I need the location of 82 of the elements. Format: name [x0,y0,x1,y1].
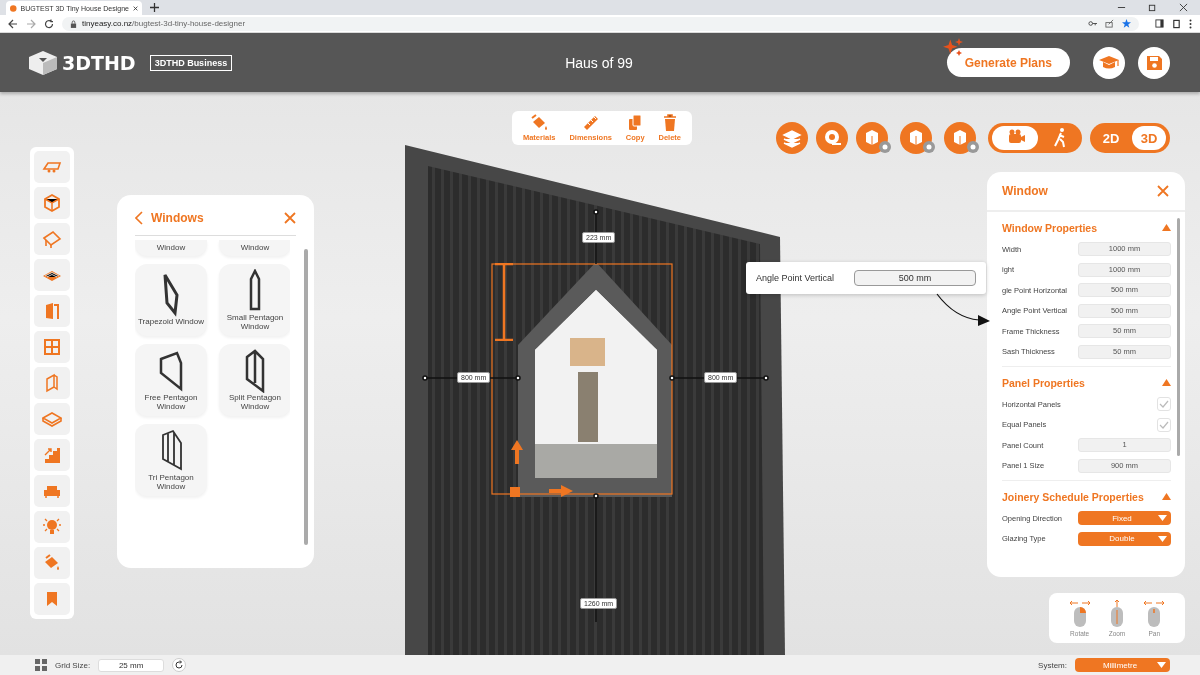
collapse-icon[interactable] [1162,493,1171,500]
section-title: Panel Properties [1002,376,1085,389]
rotate-mouse-icon [1067,599,1092,628]
collapse-icon[interactable] [1162,224,1171,231]
cube-view-icon[interactable] [856,122,892,154]
category-button[interactable] [34,151,70,183]
floor-icon [42,409,62,429]
forward-icon[interactable] [26,18,36,29]
grid-size-field[interactable]: 25 mm [98,658,165,672]
height-handle-icon[interactable] [493,263,515,341]
save-icon[interactable] [1138,46,1170,79]
scrollbar[interactable] [1177,218,1180,456]
reset-icon[interactable] [172,658,187,672]
room-view-icon[interactable] [944,122,980,154]
caret-icon [1158,535,1167,542]
cube-icon [42,193,62,213]
window-icon [42,337,62,357]
category-button[interactable] [34,583,70,615]
key-icon[interactable] [1088,19,1097,28]
favicon-icon [10,3,17,13]
paint-bucket-icon [530,114,549,132]
new-tab-icon[interactable] [150,3,159,12]
category-button[interactable] [34,331,70,363]
caret-icon [1158,515,1167,522]
camera-view-button[interactable] [992,126,1038,150]
window-type-tile[interactable]: Window [135,240,207,256]
category-button[interactable] [34,475,70,507]
restore-icon[interactable] [1148,3,1157,12]
system-label: System: [1038,660,1067,670]
check-icon [1159,400,1169,409]
roof-icon [42,229,62,249]
category-button[interactable] [34,223,70,255]
more-icon[interactable] [1189,18,1192,29]
sidebar-icon[interactable] [1155,19,1164,28]
close-icon [132,4,138,12]
close-icon[interactable] [1179,3,1188,12]
category-button[interactable] [34,187,70,219]
star-icon[interactable] [1122,19,1131,28]
caret-icon [1157,662,1166,668]
lightbulb-icon [42,517,62,537]
grid-icon [35,659,47,671]
scrollbar[interactable] [304,249,308,545]
window-type-tile[interactable]: Split Pentagon Window [219,344,290,416]
tape-measure-icon[interactable] [816,122,848,154]
plan-badge: 3DTHD Business [149,54,233,71]
category-button[interactable] [34,403,70,435]
checkbox[interactable] [1157,417,1171,432]
window-type-tile[interactable]: Trapezoid Window [135,264,207,336]
grid-size-label: Grid Size: [55,660,91,670]
back-icon[interactable] [8,18,18,29]
reload-icon[interactable] [44,18,54,29]
collapse-icon[interactable] [1162,379,1171,386]
window-type-tile[interactable]: Small Pentagon Window [219,264,290,336]
category-button[interactable] [34,367,70,399]
panel-title: Window [1002,184,1048,198]
category-button[interactable] [34,547,70,579]
layers-icon[interactable] [776,122,808,154]
address-field[interactable]: tinyeasy.co.nz/bugtest-3d-tiny-house-designer [62,16,1139,31]
pointer-arrow [935,292,991,328]
share-icon[interactable] [1105,19,1114,28]
section-title: Window Properties [1002,221,1097,234]
cube-icon [28,49,58,76]
category-button[interactable] [34,511,70,543]
stairs-icon [42,445,62,465]
window-type-tile[interactable]: Free Pentagon Window [135,344,207,416]
pan-mouse-icon [1142,599,1167,628]
category-button[interactable] [34,295,70,327]
lock-icon [70,19,77,28]
tooltip-value: 500 mm [854,270,976,286]
window-type-tile[interactable]: Window [219,240,290,256]
category-button[interactable] [34,439,70,471]
project-title: Haus of 99 [565,54,633,71]
tooltip-label: Angle Point Vertical [756,273,835,283]
check-icon [1159,420,1169,429]
graduation-cap-icon[interactable] [1093,46,1125,79]
section-title: Joinery Schedule Properties [1002,490,1144,503]
category-button[interactable] [34,259,70,291]
box-view-icon[interactable] [900,122,936,154]
app-logo: 3DTHD [28,49,136,76]
window-type-tile[interactable]: Tri Pentagon Window [135,424,207,496]
checkbox[interactable] [1157,397,1171,412]
panel-title: Windows [151,210,205,225]
